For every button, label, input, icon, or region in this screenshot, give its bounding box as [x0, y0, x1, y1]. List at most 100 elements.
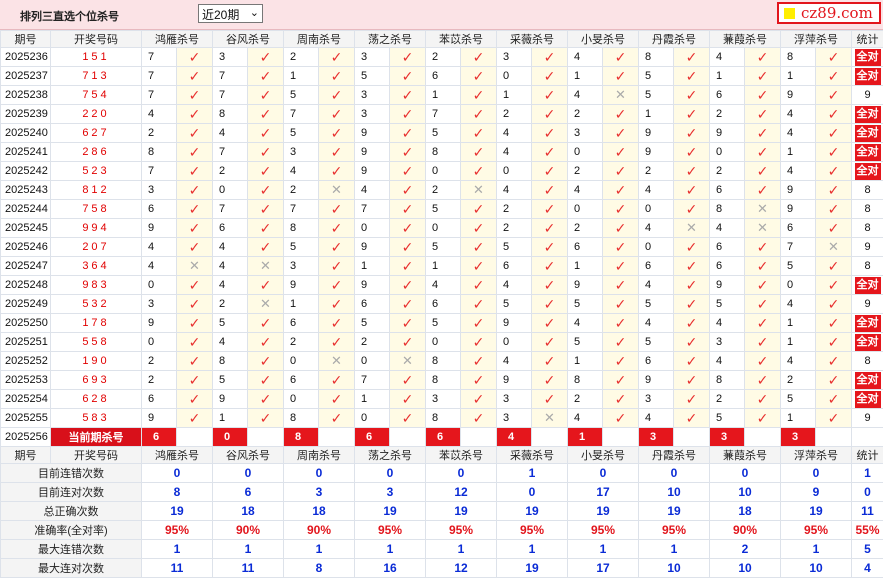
check-icon: ✓	[744, 313, 781, 333]
stats-value: 19	[141, 501, 213, 521]
col-header-predictor[interactable]: 蒹葭杀号	[709, 30, 781, 48]
check-icon: ✓	[176, 47, 213, 67]
kill-value: 4	[567, 313, 603, 333]
check-icon: ✓	[318, 123, 355, 143]
col-header-predictor[interactable]: 小旻杀号	[567, 446, 639, 464]
kill-value: 4	[567, 180, 603, 200]
check-icon: ✓	[176, 332, 213, 352]
col-header-predictor[interactable]: 苯苡杀号	[425, 30, 497, 48]
check-icon: ✓	[815, 85, 852, 105]
stats-value: 11	[212, 558, 284, 578]
col-header-predictor[interactable]: 采薇杀号	[496, 30, 568, 48]
kill-value: 2	[425, 180, 461, 200]
draw-number: 286	[50, 142, 142, 162]
current-kill-spacer	[531, 427, 568, 447]
current-kill-value: 0	[212, 427, 248, 447]
row-stat: 8	[851, 199, 883, 219]
col-header-predictor[interactable]: 苯苡杀号	[425, 446, 497, 464]
kill-value: 8	[425, 408, 461, 428]
current-kill-spacer	[602, 427, 639, 447]
check-icon: ✓	[460, 161, 497, 181]
kill-value: 2	[425, 47, 461, 67]
period-select[interactable]: 近20期 ⌄	[198, 4, 263, 23]
top-bar: 排列三直选个位杀号 近20期 ⌄ cz89.com	[0, 0, 883, 30]
check-icon: ✓	[673, 123, 710, 143]
check-icon: ✓	[815, 47, 852, 67]
col-header-predictor[interactable]: 谷风杀号	[212, 446, 284, 464]
col-header-predictor[interactable]: 周南杀号	[283, 446, 355, 464]
col-header-predictor[interactable]: 浮萍杀号	[780, 446, 852, 464]
check-icon: ✓	[673, 47, 710, 67]
kill-value: 6	[283, 370, 319, 390]
check-icon: ✓	[673, 275, 710, 295]
kill-value: 3	[141, 294, 177, 314]
check-icon: ✓	[389, 370, 426, 390]
check-icon: ✓	[389, 66, 426, 86]
kill-value: 9	[141, 218, 177, 238]
stats-value: 10	[638, 482, 710, 502]
kill-value: 9	[496, 313, 532, 333]
col-header-predictor[interactable]: 采薇杀号	[496, 446, 568, 464]
col-header-predictor[interactable]: 鸿雁杀号	[141, 30, 213, 48]
draw-number: 583	[50, 408, 142, 428]
kill-value: 0	[141, 332, 177, 352]
check-icon: ✓	[602, 47, 639, 67]
kill-value: 7	[354, 199, 390, 219]
stats-label: 准确率(全对率)	[0, 520, 142, 540]
col-header-predictor[interactable]: 蒹葭杀号	[709, 446, 781, 464]
table-row: 2025250 178 9 ✓ 5 ✓ 6 ✓ 5 ✓ 5 ✓ 9 ✓ 4 ✓ 4 ✓ 4 ✓ 1 ✓ 全对	[0, 313, 883, 333]
check-icon: ✓	[460, 351, 497, 371]
kill-value: 3	[354, 104, 390, 124]
col-header-predictor[interactable]: 周南杀号	[283, 30, 355, 48]
kill-value: 3	[425, 389, 461, 409]
kill-value: 3	[354, 85, 390, 105]
kill-value: 4	[638, 408, 674, 428]
kill-value: 6	[354, 294, 390, 314]
current-kill-value: 3	[638, 427, 674, 447]
check-icon: ✓	[176, 199, 213, 219]
kill-value: 2	[496, 218, 532, 238]
col-header-predictor[interactable]: 荡之杀号	[354, 446, 426, 464]
kill-value: 2	[780, 370, 816, 390]
col-header-predictor[interactable]: 谷风杀号	[212, 30, 284, 48]
col-header-predictor[interactable]: 小旻杀号	[567, 30, 639, 48]
check-icon: ✓	[247, 142, 284, 162]
stats-value: 1	[851, 463, 883, 483]
col-header-predictor[interactable]: 浮萍杀号	[780, 30, 852, 48]
check-icon: ✓	[247, 161, 284, 181]
check-icon: ✓	[247, 123, 284, 143]
check-icon: ✓	[247, 180, 284, 200]
site-logo[interactable]: cz89.com	[777, 2, 881, 24]
kill-value: 9	[354, 161, 390, 181]
issue-number: 2025240	[0, 123, 51, 143]
check-icon: ✓	[318, 66, 355, 86]
col-header-predictor[interactable]: 鸿雁杀号	[141, 446, 213, 464]
kill-value: 9	[354, 142, 390, 162]
check-icon: ✓	[602, 237, 639, 257]
check-icon: ✓	[389, 199, 426, 219]
issue-number: 2025243	[0, 180, 51, 200]
check-icon: ✓	[744, 142, 781, 162]
full-correct-badge: 全对	[854, 390, 881, 408]
table-row: 2025243 812 3 ✓ 0 ✓ 2 ✕ 4 ✓ 2 ✕ 4 ✓ 4 ✓ 4 ✓ 6 ✓ 9 ✓ 8	[0, 180, 883, 200]
full-correct-badge: 全对	[854, 105, 881, 123]
kill-value: 2	[283, 332, 319, 352]
period-select-value: 近20期	[202, 8, 240, 22]
kill-value: 5	[709, 408, 745, 428]
row-stat: 8	[851, 180, 883, 200]
check-icon: ✓	[815, 389, 852, 409]
issue-number: 2025250	[0, 313, 51, 333]
table-row: 2025240 627 2 ✓ 4 ✓ 5 ✓ 9 ✓ 5 ✓ 4 ✓ 3 ✓ 9 ✓ 9 ✓ 4 ✓ 全对	[0, 123, 883, 143]
col-header-predictor[interactable]: 丹霞杀号	[638, 30, 710, 48]
check-icon: ✓	[460, 123, 497, 143]
col-header-predictor[interactable]: 丹霞杀号	[638, 446, 710, 464]
check-icon: ✓	[744, 47, 781, 67]
stats-value: 1	[212, 539, 284, 559]
full-correct-badge: 全对	[854, 48, 881, 66]
check-icon: ✓	[602, 66, 639, 86]
stats-value: 9	[780, 482, 852, 502]
col-header-predictor[interactable]: 荡之杀号	[354, 30, 426, 48]
check-icon: ✓	[247, 332, 284, 352]
kill-value: 5	[496, 294, 532, 314]
issue-number: 2025249	[0, 294, 51, 314]
